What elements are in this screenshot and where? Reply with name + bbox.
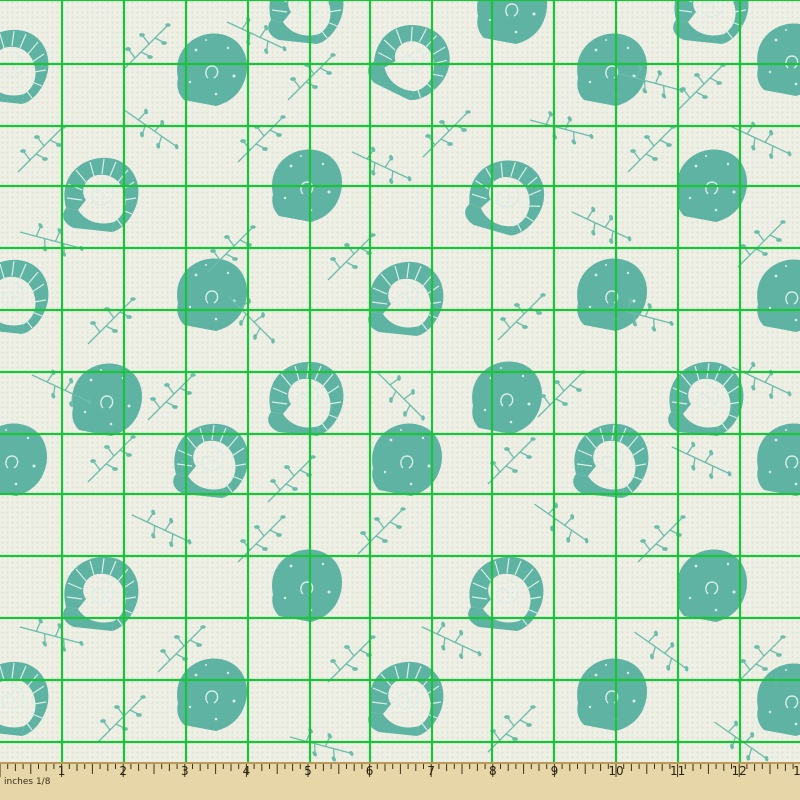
- ruler-number: 10: [608, 764, 623, 778]
- ruler-number: 1: [58, 764, 66, 778]
- fabric-swatch: 12345678910111213 inches 1/8: [0, 0, 800, 800]
- ruler-number: 7: [427, 764, 435, 778]
- ruler-number: 3: [181, 764, 189, 778]
- ruler-number: 5: [304, 764, 312, 778]
- ruler-number: 11: [670, 764, 685, 778]
- ruler-number: 12: [732, 764, 747, 778]
- ruler-number: 4: [243, 764, 251, 778]
- ruler-number: 2: [119, 764, 127, 778]
- fabric-pattern: [0, 0, 800, 762]
- ruler-number: 6: [366, 764, 374, 778]
- ruler-number: 8: [489, 764, 497, 778]
- measuring-ruler: 12345678910111213 inches 1/8: [0, 762, 800, 800]
- ruler-unit-label: inches 1/8: [4, 777, 51, 787]
- ruler-number: 9: [551, 764, 559, 778]
- ruler-number: 13: [793, 764, 800, 778]
